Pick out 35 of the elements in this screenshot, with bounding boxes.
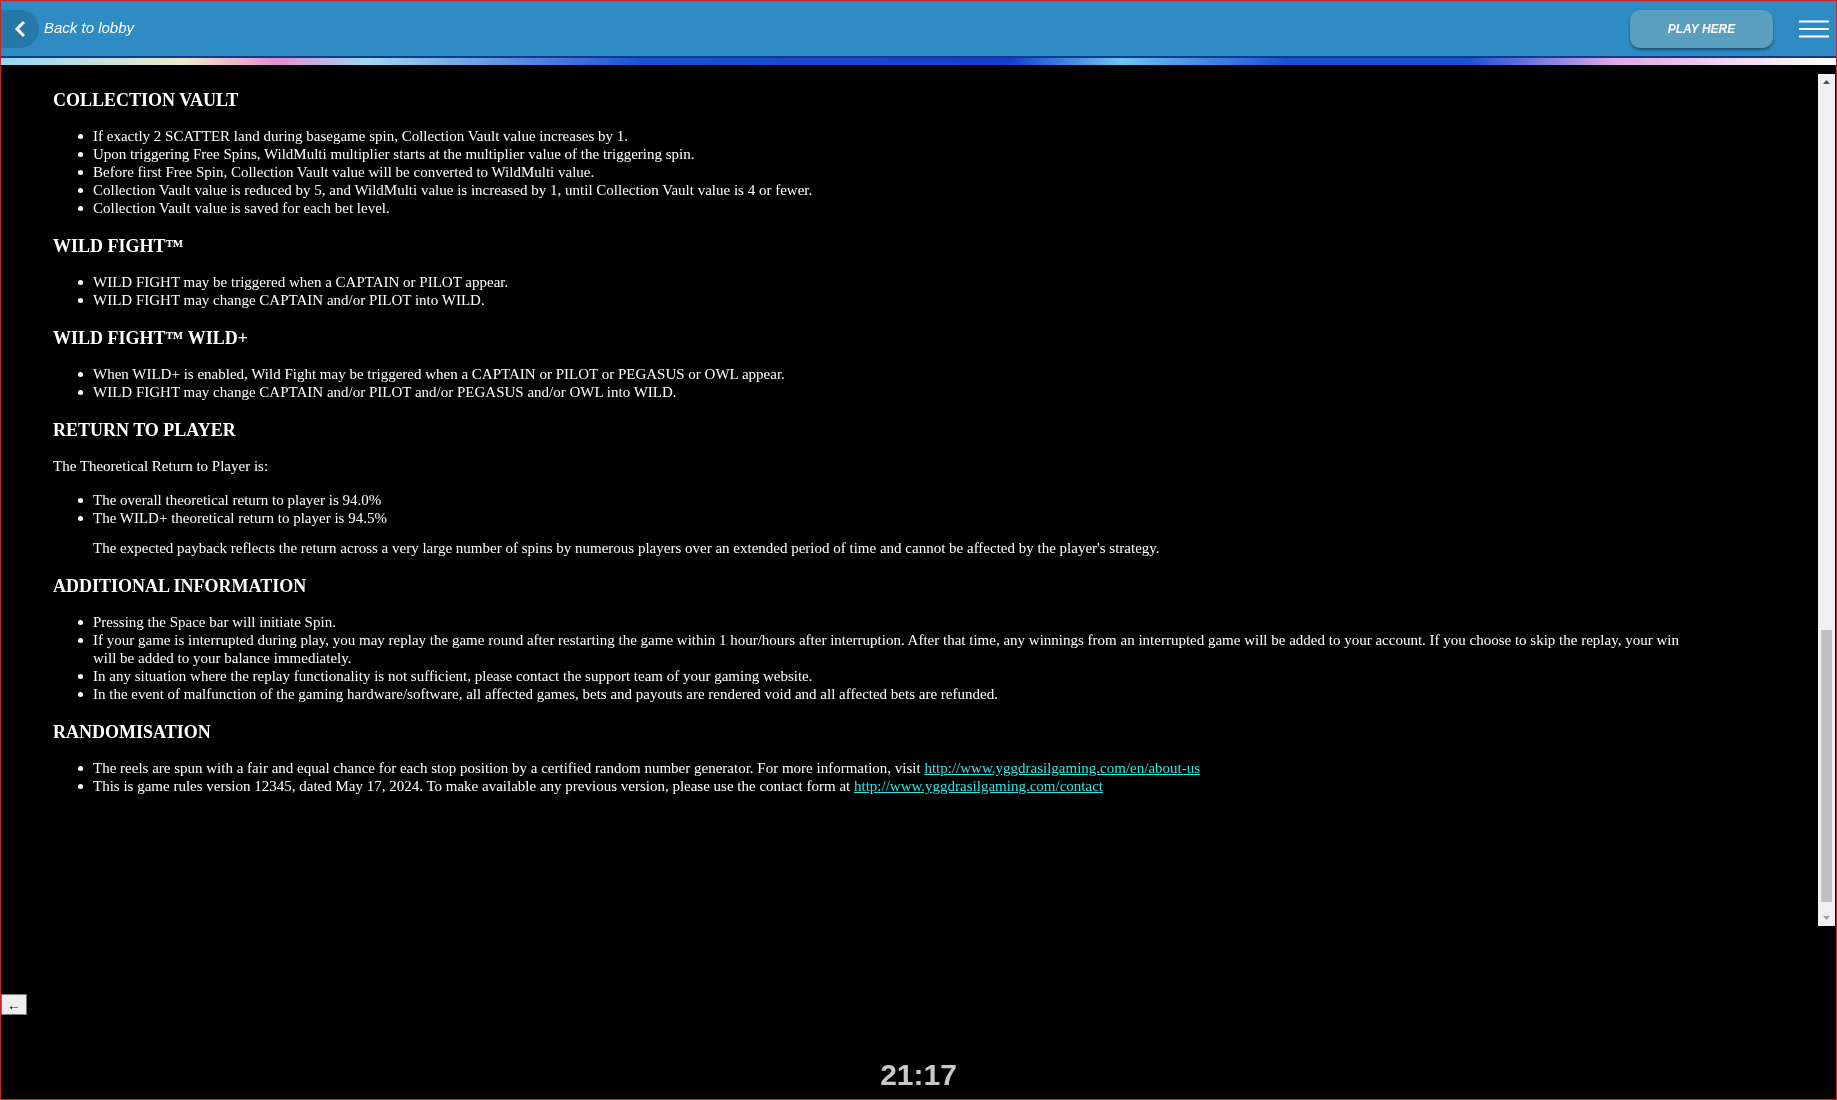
- back-button[interactable]: [1, 9, 39, 48]
- section-heading: COLLECTION VAULT: [53, 89, 240, 111]
- website-link[interactable]: http://www.yggdrasilgaming.com/contact: [854, 778, 1103, 794]
- section-heading: RETURN TO PLAYER: [53, 419, 237, 441]
- list-item-text: Pressing the Space bar will initiate Spin.: [93, 614, 336, 630]
- list-item-text: Upon triggering Free Spins, WildMulti multiplier starts at the multiplier value of the triggering spin.: [93, 146, 695, 162]
- list-item-text: When WILD+ is enabled, Wild Fight may be triggered when a CAPTAIN or PILOT or PEGASUS or OWL appear.: [93, 366, 785, 382]
- scrollbar-thumb[interactable]: [1821, 630, 1832, 902]
- menu-icon[interactable]: [1799, 19, 1829, 38]
- list-item-text: If exactly 2 SCATTER land during basegame spin, Collection Vault value increases by 1.: [93, 128, 629, 144]
- list-item-text: WILD FIGHT may be triggered when a CAPTAIN or PILOT appear.: [93, 274, 509, 290]
- back-to-lobby-link[interactable]: Back to lobby: [44, 17, 135, 40]
- list-item-text: The overall theoretical return to player is 94.0%: [93, 492, 382, 508]
- list-item-text: In any situation where the replay functionality is not sufficient, please contact the support team of your gaming website.: [93, 668, 813, 684]
- back-arrow-button[interactable]: ←: [1, 994, 27, 1015]
- list-item-text: If your game is interrupted during play, you may replay the game round after restarting the game within 1 hour/hours after interruption. After that time, any winnings from an interrupted game will be added to your account. If you choose to skip the replay, your win will be added to your balance immediately.: [93, 632, 1679, 666]
- list-item-text: WILD FIGHT may change CAPTAIN and/or PILOT and/or PEGASUS and/or OWL into WILD.: [93, 384, 677, 400]
- list-item-text: WILD FIGHT may change CAPTAIN and/or PILOT into WILD.: [93, 292, 485, 308]
- list-item-text: This is game rules version 12345, dated May 17, 2024. To make available any previous version, please use the contact form at: [93, 778, 851, 794]
- section-heading: RANDOMISATION: [53, 721, 212, 743]
- list-item-text: Collection Vault value is reduced by 5, and WildMulti value is increased by 1, until Collection Vault value is 4 or fewer.: [93, 182, 813, 198]
- list-item-text: In the event of malfunction of the gaming hardware/software, all affected games, bets and payouts are rendered void and all affected bets are refunded.: [93, 686, 998, 702]
- list-item-text: The WILD+ theoretical return to player is 94.5%: [93, 510, 387, 526]
- list-item-text: Before first Free Spin, Collection Vault value will be converted to WildMulti value.: [93, 164, 595, 180]
- section-heading: WILD FIGHT™ WILD+: [53, 327, 249, 349]
- list-item-text: Collection Vault value is saved for each bet level.: [93, 200, 390, 216]
- scrollbar[interactable]: [1818, 74, 1835, 926]
- section-heading: ADDITIONAL INFORMATION: [53, 575, 308, 597]
- chevron-left-icon: [14, 19, 26, 38]
- paragraph-text: The Theoretical Return to Player is:: [53, 457, 270, 475]
- section-heading: WILD FIGHT™: [53, 235, 185, 257]
- list-item-text: The reels are spun with a fair and equal chance for each stop position by a certified random number generator. For more information, visit: [93, 760, 921, 776]
- website-link[interactable]: http://www.yggdrasilgaming.com/en/about-us: [924, 760, 1201, 776]
- clock-time: 21:17: [879, 1057, 958, 1093]
- note-text: The expected payback reflects the return across a very large number of spins by numerous players over an extended period of time and cannot be affected by the player's strategy.: [92, 539, 1161, 557]
